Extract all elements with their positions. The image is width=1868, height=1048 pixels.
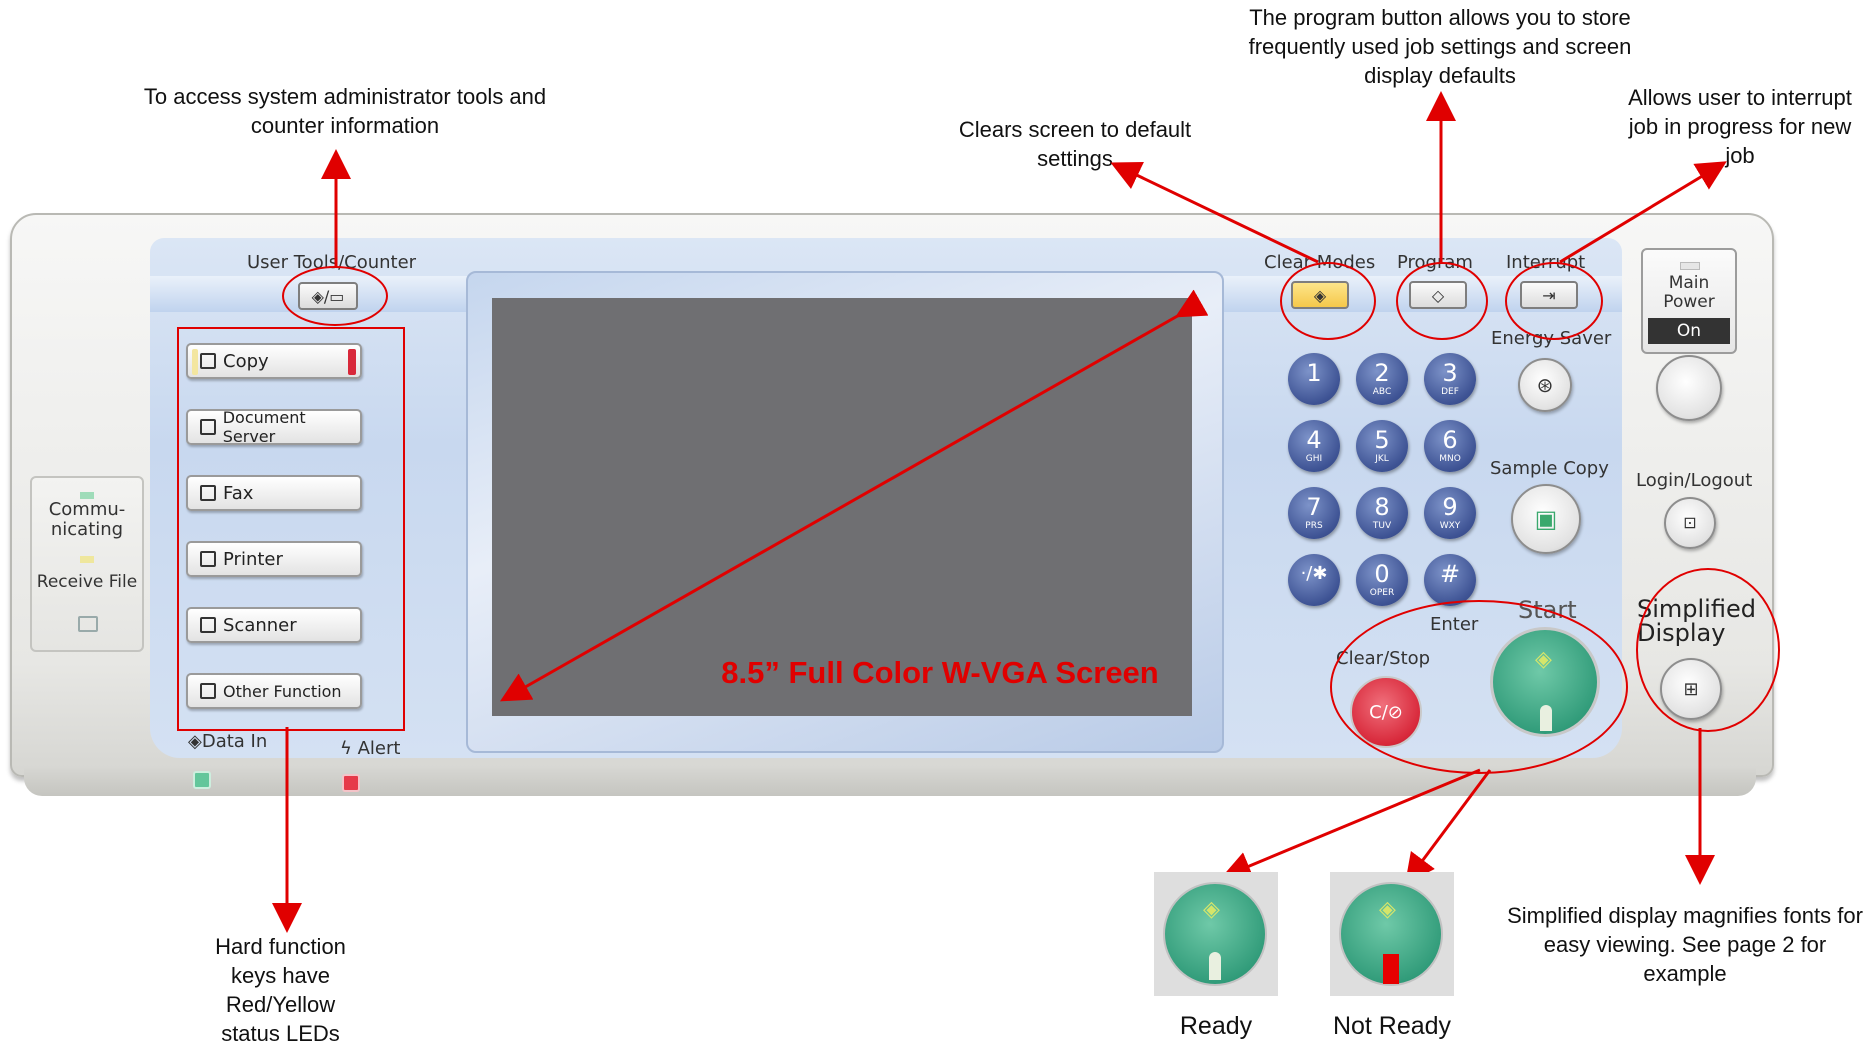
clear-modes-arrow — [1110, 161, 1319, 264]
ready-arrow — [1221, 768, 1481, 881]
ready-example: ◈ — [1154, 872, 1278, 996]
not-ready-example: ◈ — [1330, 872, 1454, 996]
ready-label: Ready — [1179, 1012, 1253, 1040]
ready-led — [1209, 952, 1221, 980]
ready-start-button: ◈ — [1163, 882, 1267, 986]
ready-start-icon: ◈ — [1203, 896, 1220, 921]
not-ready-start-icon: ◈ — [1379, 896, 1396, 921]
interrupt-arrow — [1559, 161, 1727, 264]
not-ready-led — [1383, 954, 1399, 984]
not-ready-label: Not Ready — [1332, 1012, 1452, 1040]
not-ready-start-button: ◈ — [1339, 882, 1443, 986]
not-ready-arrow — [1405, 769, 1492, 885]
annotation-arrows — [272, 91, 1727, 933]
screen-size-arrow — [499, 289, 1209, 702]
